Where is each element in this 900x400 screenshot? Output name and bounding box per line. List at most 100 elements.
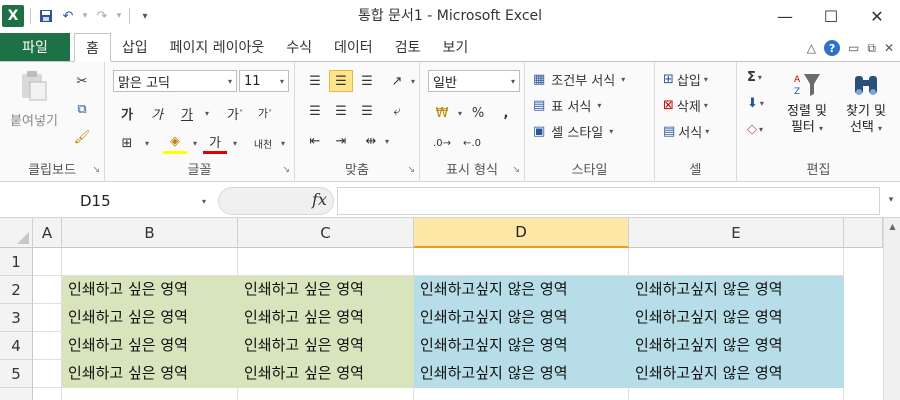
- decrease-indent-icon[interactable]: ⇤: [303, 130, 327, 152]
- undo-dropdown-icon[interactable]: ▾: [81, 7, 89, 25]
- tab-view[interactable]: 보기: [431, 33, 479, 61]
- font-size-combo[interactable]: 11 ▾: [239, 70, 289, 92]
- tab-data[interactable]: 데이터: [323, 33, 384, 61]
- align-middle-icon[interactable]: ☰: [329, 70, 353, 92]
- align-top-icon[interactable]: ☰: [303, 70, 327, 92]
- column-header-f[interactable]: [844, 218, 883, 248]
- cell-d6[interactable]: [414, 388, 629, 400]
- number-launcher-icon[interactable]: ↘: [512, 165, 520, 175]
- find-select-button[interactable]: 찾기 및 선택 ▾: [837, 70, 895, 137]
- scroll-up-icon[interactable]: ▲: [884, 218, 900, 235]
- font-launcher-icon[interactable]: ↘: [282, 165, 290, 175]
- orientation-icon[interactable]: ↗: [385, 70, 409, 92]
- format-painter-icon[interactable]: 🖌: [70, 126, 94, 148]
- autosum-button[interactable]: Σ ▾: [747, 70, 762, 85]
- cell-c2[interactable]: 인쇄하고 싶은 영역: [238, 276, 414, 304]
- tab-page-layout[interactable]: 페이지 레이아웃: [159, 33, 276, 61]
- cell-b1[interactable]: [62, 248, 238, 276]
- row-header-5[interactable]: 5: [0, 360, 33, 388]
- clipboard-launcher-icon[interactable]: ↘: [92, 165, 100, 175]
- excel-logo-icon[interactable]: X: [2, 5, 24, 27]
- cell-e4[interactable]: 인쇄하고싶지 않은 영역: [629, 332, 844, 360]
- cell-d4[interactable]: 인쇄하고싶지 않은 영역: [414, 332, 629, 360]
- row-header-6[interactable]: [0, 388, 33, 400]
- name-box[interactable]: D15 ▾: [4, 189, 214, 213]
- minimize-button[interactable]: —: [762, 0, 808, 32]
- percent-button[interactable]: %: [466, 102, 490, 124]
- sort-filter-button[interactable]: AZ 정렬 및 필터 ▾: [779, 70, 835, 137]
- fill-color-icon[interactable]: ◈: [163, 132, 188, 154]
- collapse-ribbon-icon[interactable]: △: [807, 41, 816, 55]
- increase-indent-icon[interactable]: ⇥: [329, 130, 353, 152]
- cell-b4[interactable]: 인쇄하고 싶은 영역: [62, 332, 238, 360]
- column-header-b[interactable]: B: [62, 218, 238, 248]
- format-as-table-button[interactable]: ▤ 표 서식 ▾: [533, 96, 601, 115]
- tab-home[interactable]: 홈: [74, 33, 111, 62]
- vertical-scrollbar[interactable]: ▲: [883, 218, 900, 400]
- expand-formula-bar-icon[interactable]: ▾: [884, 189, 898, 211]
- cell-d2[interactable]: 인쇄하고싶지 않은 영역: [414, 276, 629, 304]
- font-color-dropdown-icon[interactable]: ▾: [233, 139, 237, 148]
- cut-icon[interactable]: ✂: [70, 70, 94, 92]
- border-icon[interactable]: ⊞: [115, 132, 139, 154]
- insert-cells-button[interactable]: ⊞ 삽입 ▾: [663, 70, 708, 89]
- cell-b3[interactable]: 인쇄하고 싶은 영역: [62, 304, 238, 332]
- accounting-dropdown-icon[interactable]: ▾: [458, 109, 462, 118]
- bold-button[interactable]: 가: [115, 102, 139, 124]
- column-header-e[interactable]: E: [629, 218, 844, 248]
- accounting-icon[interactable]: ₩: [430, 102, 454, 124]
- cell-a1[interactable]: [33, 248, 62, 276]
- cell-c4[interactable]: 인쇄하고 싶은 영역: [238, 332, 414, 360]
- column-header-d[interactable]: D: [414, 218, 629, 248]
- restore-workbook-icon[interactable]: ⧉: [867, 41, 876, 56]
- cell-a5[interactable]: [33, 360, 62, 388]
- fill-dropdown-icon[interactable]: ▾: [193, 139, 197, 148]
- align-left-icon[interactable]: ☰: [303, 100, 327, 122]
- underline-button[interactable]: 가: [175, 102, 199, 124]
- column-header-c[interactable]: C: [238, 218, 414, 248]
- cell-e5[interactable]: 인쇄하고싶지 않은 영역: [629, 360, 844, 388]
- close-workbook-icon[interactable]: ✕: [884, 41, 894, 55]
- redo-dropdown-icon[interactable]: ▾: [115, 7, 123, 25]
- cell-b6[interactable]: [62, 388, 238, 400]
- cell-c6[interactable]: [238, 388, 414, 400]
- cell-a2[interactable]: [33, 276, 62, 304]
- cell-d1[interactable]: [414, 248, 629, 276]
- cell-a4[interactable]: [33, 332, 62, 360]
- phonetic-guide-button[interactable]: 내천: [251, 132, 275, 154]
- format-cells-button[interactable]: ▤ 서식 ▾: [663, 122, 709, 141]
- cell-d5[interactable]: 인쇄하고싶지 않은 영역: [414, 360, 629, 388]
- cell-c5[interactable]: 인쇄하고 싶은 영역: [238, 360, 414, 388]
- row-header-1[interactable]: 1: [0, 248, 33, 276]
- cell-c1[interactable]: [238, 248, 414, 276]
- cell-a3[interactable]: [33, 304, 62, 332]
- help-icon[interactable]: ?: [824, 40, 841, 56]
- paste-button[interactable]: 붙여넣기: [2, 70, 66, 129]
- cell-c3[interactable]: 인쇄하고 싶은 영역: [238, 304, 414, 332]
- number-format-combo[interactable]: 일반 ▾: [428, 70, 520, 92]
- delete-cells-button[interactable]: ⊠ 삭제 ▾: [663, 96, 708, 115]
- cell-e2[interactable]: 인쇄하고싶지 않은 영역: [629, 276, 844, 304]
- tab-formulas[interactable]: 수식: [275, 33, 323, 61]
- tab-insert[interactable]: 삽입: [111, 33, 159, 61]
- undo-icon[interactable]: ↶: [59, 7, 77, 25]
- row-header-2[interactable]: 2: [0, 276, 33, 304]
- close-button[interactable]: ✕: [854, 0, 900, 32]
- insert-function-icon[interactable]: fx: [312, 190, 327, 209]
- cell-b2[interactable]: 인쇄하고 싶은 영역: [62, 276, 238, 304]
- minimize-workbook-icon[interactable]: ▭: [848, 41, 859, 55]
- merge-center-icon[interactable]: ⇹: [359, 130, 383, 152]
- shrink-font-button[interactable]: 가 ˅: [253, 102, 277, 124]
- font-color-button[interactable]: 가: [203, 132, 228, 154]
- alignment-launcher-icon[interactable]: ↘: [407, 165, 415, 175]
- copy-icon[interactable]: ⧉: [70, 98, 94, 120]
- cell-e3[interactable]: 인쇄하고싶지 않은 영역: [629, 304, 844, 332]
- font-name-combo[interactable]: 맑은 고딕 ▾: [113, 70, 237, 92]
- cell-a6[interactable]: [33, 388, 62, 400]
- italic-button[interactable]: 가: [145, 102, 169, 124]
- phonetic-dropdown-icon[interactable]: ▾: [281, 139, 285, 148]
- row-header-3[interactable]: 3: [0, 304, 33, 332]
- fill-button[interactable]: ⬇ ▾: [747, 96, 764, 111]
- clear-button[interactable]: ◇ ▾: [747, 122, 763, 137]
- redo-icon[interactable]: ↷: [93, 7, 111, 25]
